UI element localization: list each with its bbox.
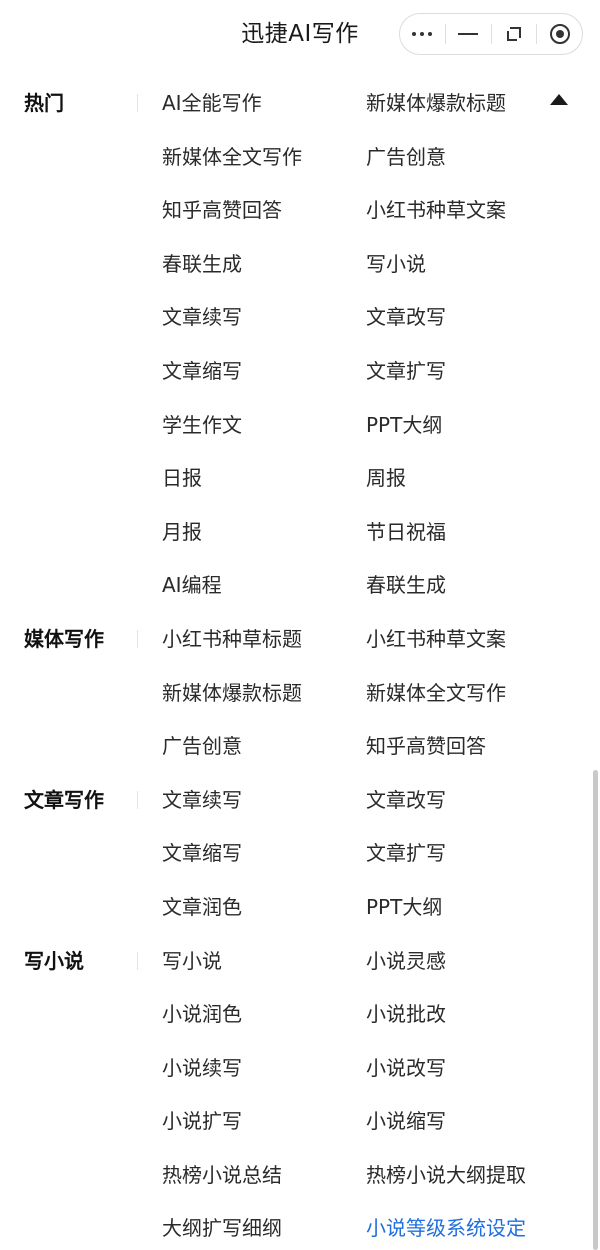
list-item[interactable]: 文章续写 [162, 303, 242, 331]
list-item[interactable]: 文章改写 [366, 786, 446, 814]
list-row: 热门 AI全能写作 新媒体爆款标题 [0, 76, 600, 130]
list-item[interactable]: 小说改写 [366, 1054, 446, 1082]
close-record-icon [549, 24, 570, 44]
list-row: 知乎高赞回答 小红书种草文案 [0, 183, 600, 237]
list-item[interactable]: 文章改写 [366, 303, 446, 331]
list-item[interactable]: 广告创意 [366, 143, 446, 171]
category-group-article: 文章写作 文章续写 文章改写 文章缩写 文章扩写 文章润色 PPT大纲 [0, 773, 600, 934]
list-item[interactable]: 文章续写 [162, 786, 242, 814]
list-item[interactable]: 小说批改 [366, 1000, 446, 1028]
list-item[interactable]: 新媒体爆款标题 [366, 89, 506, 117]
list-row: 文章缩写 文章扩写 [0, 826, 600, 880]
category-group-hot: 热门 AI全能写作 新媒体爆款标题 新媒体全文写作 广告创意 知乎高赞回答 小红… [0, 76, 600, 612]
list-item[interactable]: 日报 [162, 464, 202, 492]
list-item[interactable]: 小红书种草标题 [162, 625, 302, 653]
list-item[interactable]: 文章润色 [162, 893, 242, 921]
list-item[interactable]: PPT大纲 [366, 893, 442, 921]
list-item[interactable]: 小说扩写 [162, 1107, 242, 1135]
list-item[interactable]: 知乎高赞回答 [162, 196, 282, 224]
category-label: 媒体写作 [24, 626, 104, 651]
list-item[interactable]: 小说灵感 [366, 947, 446, 975]
list-row: 文章写作 文章续写 文章改写 [0, 773, 600, 827]
list-item[interactable]: 春联生成 [366, 571, 446, 599]
list-item[interactable]: 小说续写 [162, 1054, 242, 1082]
list-row: AI编程 春联生成 [0, 558, 600, 612]
collapse-triangle-icon[interactable] [550, 94, 568, 105]
list-item[interactable]: 文章缩写 [162, 839, 242, 867]
category-group-media: 媒体写作 小红书种草标题 小红书种草文案 新媒体爆款标题 新媒体全文写作 广告创… [0, 612, 600, 773]
list-row: 春联生成 写小说 [0, 237, 600, 291]
category-label: 文章写作 [24, 787, 104, 812]
list-row: 写小说 写小说 小说灵感 [0, 934, 600, 988]
list-item[interactable]: AI编程 [162, 571, 222, 599]
list-item[interactable]: 热榜小说总结 [162, 1161, 282, 1189]
category-group-novel: 写小说 写小说 小说灵感 小说润色 小说批改 小说续写 小说改写 小说扩写 小说… [0, 934, 600, 1250]
list-row: 小说润色 小说批改 [0, 987, 600, 1041]
window-capsule [399, 13, 583, 55]
list-row: 小说续写 小说改写 [0, 1041, 600, 1095]
list-row: 大纲扩写细纲 小说等级系统设定 [0, 1201, 600, 1250]
list-item[interactable]: 知乎高赞回答 [366, 732, 486, 760]
list-item[interactable]: 写小说 [366, 250, 426, 278]
close-button[interactable] [537, 14, 582, 54]
list-item[interactable]: 小说润色 [162, 1000, 242, 1028]
more-button[interactable] [400, 14, 445, 54]
list-item[interactable]: 写小说 [162, 947, 222, 975]
list-item[interactable]: 热榜小说大纲提取 [366, 1161, 526, 1189]
category-label: 写小说 [24, 948, 84, 973]
category-label: 热门 [24, 91, 64, 115]
list-row: 小说扩写 小说缩写 [0, 1094, 600, 1148]
list-row: 学生作文 PPT大纲 [0, 398, 600, 452]
list-row: 广告创意 知乎高赞回答 [0, 719, 600, 773]
minimize-icon [458, 33, 479, 35]
list-row: 文章缩写 文章扩写 [0, 344, 600, 398]
category-divider [137, 790, 138, 809]
list-item[interactable]: 春联生成 [162, 250, 242, 278]
list-item[interactable]: PPT大纲 [366, 411, 442, 439]
app-window: 迅捷AI写作 热门 AI全能写作 新媒体爆款标题 新媒体全文写作 广告创意 知乎… [0, 0, 600, 1250]
list-item[interactable]: 月报 [162, 518, 202, 546]
more-icon [412, 32, 433, 36]
list-item[interactable]: 新媒体全文写作 [366, 679, 506, 707]
list-row: 新媒体全文写作 广告创意 [0, 130, 600, 184]
list-item[interactable]: 新媒体爆款标题 [162, 679, 302, 707]
list-item[interactable]: 小红书种草文案 [366, 625, 506, 653]
minimize-button[interactable] [446, 14, 491, 54]
list-item[interactable]: 文章缩写 [162, 357, 242, 385]
category-divider [137, 629, 138, 648]
list-item[interactable]: 小红书种草文案 [366, 196, 506, 224]
list-item[interactable]: 学生作文 [162, 411, 242, 439]
category-divider [137, 94, 138, 112]
list-item[interactable]: 新媒体全文写作 [162, 143, 302, 171]
list-item[interactable]: AI全能写作 [162, 89, 262, 117]
list-item[interactable]: 文章扩写 [366, 839, 446, 867]
list-row: 文章润色 PPT大纲 [0, 880, 600, 934]
restore-icon [506, 27, 521, 41]
list-item[interactable]: 周报 [366, 464, 406, 492]
title-bar: 迅捷AI写作 [0, 0, 600, 72]
list-item[interactable]: 小说缩写 [366, 1107, 446, 1135]
list-item[interactable]: 节日祝福 [366, 518, 446, 546]
category-divider [137, 951, 138, 970]
list-item[interactable]: 大纲扩写细纲 [162, 1214, 282, 1242]
restore-button[interactable] [491, 14, 536, 54]
list-row: 媒体写作 小红书种草标题 小红书种草文案 [0, 612, 600, 666]
vertical-scrollbar[interactable] [593, 770, 598, 1250]
list-item-active[interactable]: 小说等级系统设定 [366, 1214, 526, 1242]
list-item[interactable]: 文章扩写 [366, 357, 446, 385]
list-row: 新媒体爆款标题 新媒体全文写作 [0, 666, 600, 720]
category-list: 热门 AI全能写作 新媒体爆款标题 新媒体全文写作 广告创意 知乎高赞回答 小红… [0, 76, 600, 1250]
list-row: 文章续写 文章改写 [0, 290, 600, 344]
list-row: 热榜小说总结 热榜小说大纲提取 [0, 1148, 600, 1202]
list-row: 日报 周报 [0, 451, 600, 505]
list-row: 月报 节日祝福 [0, 505, 600, 559]
list-item[interactable]: 广告创意 [162, 732, 242, 760]
